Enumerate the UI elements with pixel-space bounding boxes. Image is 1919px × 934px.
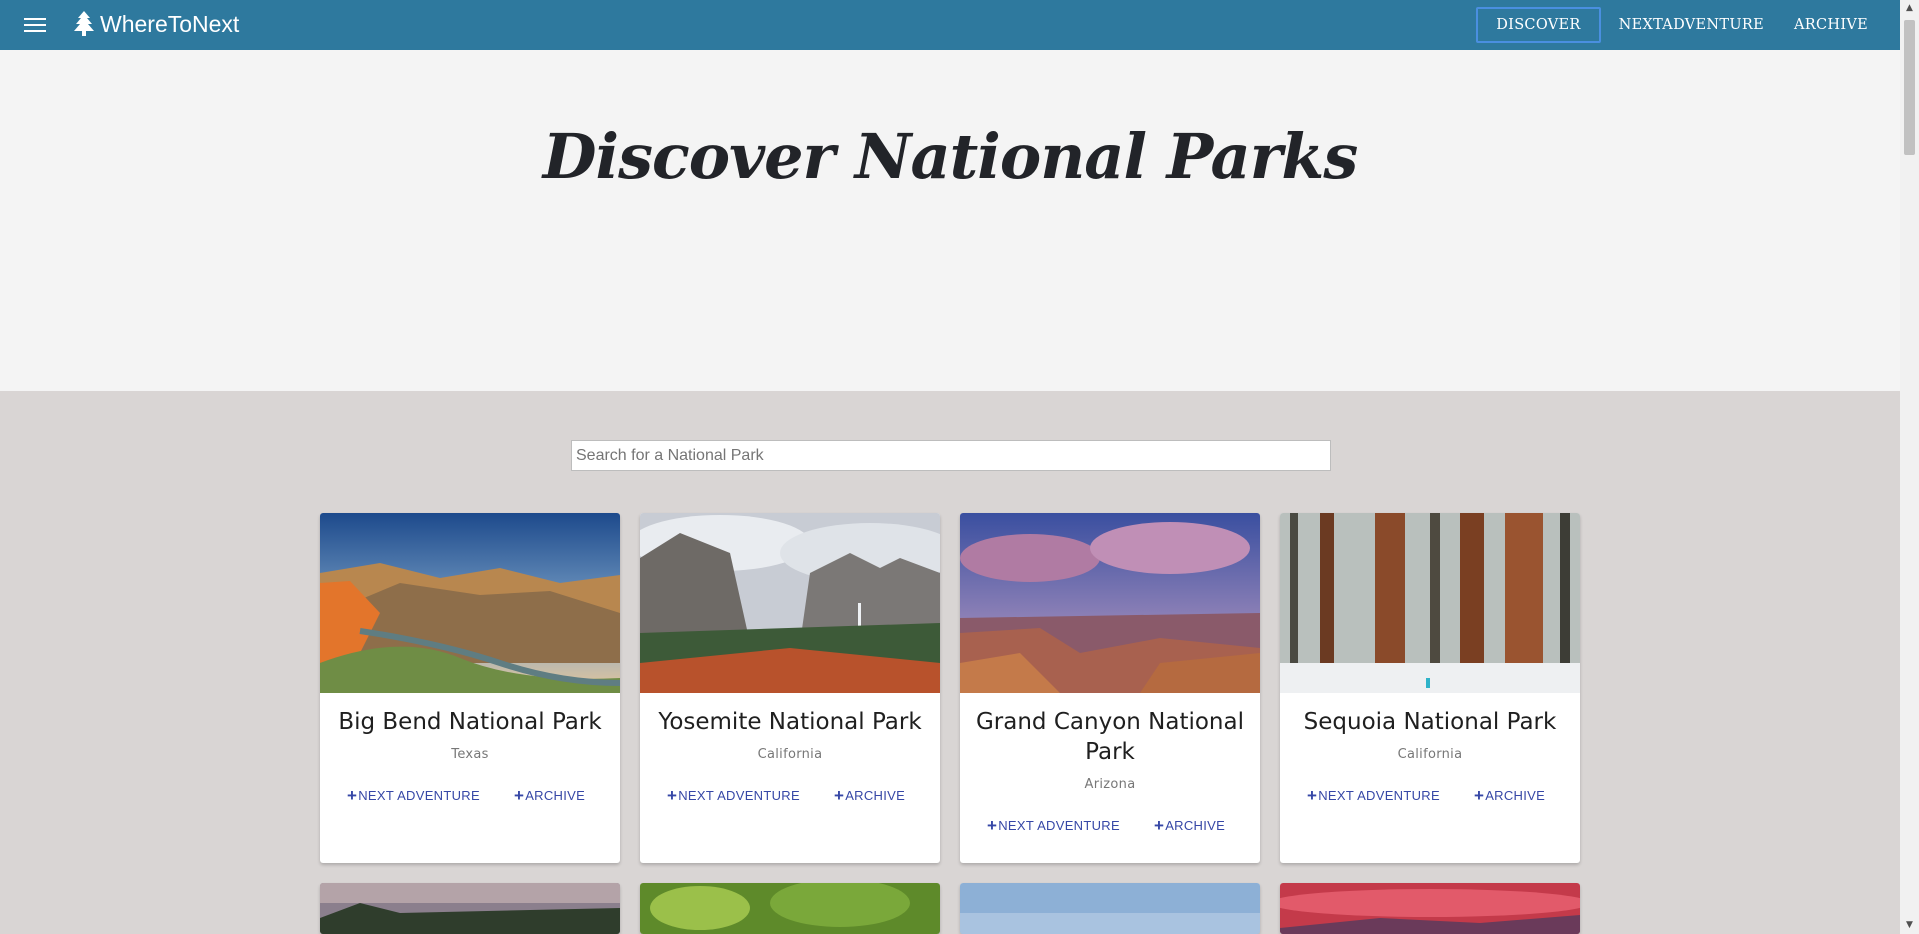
vertical-scrollbar[interactable]: ▲ ▼ <box>1900 0 1919 934</box>
park-image-grand-canyon <box>960 513 1260 693</box>
hero-section: Discover National Parks <box>0 50 1900 391</box>
action-label: NEXT ADVENTURE <box>358 788 480 803</box>
park-image-big-bend <box>320 513 620 693</box>
action-label: ARCHIVE <box>525 788 586 803</box>
nav-next-adventure[interactable]: NEXTADVENTURE <box>1607 7 1776 43</box>
park-name: Sequoia National Park <box>1303 709 1557 735</box>
plus-icon: + <box>1153 816 1165 835</box>
plus-icon: + <box>513 786 525 805</box>
park-image <box>960 883 1260 934</box>
plus-icon: + <box>347 786 358 805</box>
plus-icon: + <box>1307 786 1318 805</box>
page-title: Discover National Parks <box>542 120 1358 193</box>
park-card: Grand Canyon National Park Arizona + NEX… <box>960 513 1260 863</box>
park-image-sequoia <box>1280 513 1580 693</box>
plus-icon: + <box>1473 786 1485 805</box>
nav-links: DISCOVER NEXTADVENTURE ARCHIVE <box>1470 6 1880 44</box>
plus-icon: + <box>833 786 845 805</box>
nav-archive[interactable]: ARCHIVE <box>1782 7 1880 43</box>
park-name: Big Bend National Park <box>338 709 602 735</box>
park-card: Big Bend National Park Texas + NEXT ADVE… <box>320 513 620 863</box>
action-label: ARCHIVE <box>1165 818 1226 833</box>
tree-icon <box>74 11 94 36</box>
park-state: Arizona <box>1084 777 1136 792</box>
add-archive-button[interactable]: + ARCHIVE <box>1473 786 1546 805</box>
scroll-down-icon[interactable]: ▼ <box>1900 917 1919 934</box>
scroll-thumb[interactable] <box>1904 20 1915 155</box>
park-image <box>640 883 940 934</box>
park-image-yosemite <box>640 513 940 693</box>
brand-name: WhereToNext <box>100 10 240 37</box>
park-image <box>320 883 620 934</box>
action-label: NEXT ADVENTURE <box>678 788 800 803</box>
park-card <box>640 883 940 934</box>
park-card <box>320 883 620 934</box>
add-next-adventure-button[interactable]: + NEXT ADVENTURE <box>347 786 480 805</box>
action-label: NEXT ADVENTURE <box>1318 788 1440 803</box>
plus-icon: + <box>667 786 678 805</box>
park-state: California <box>757 747 823 762</box>
park-card <box>1280 883 1580 934</box>
park-state: California <box>1397 747 1463 762</box>
add-archive-button[interactable]: + ARCHIVE <box>513 786 586 805</box>
add-archive-button[interactable]: + ARCHIVE <box>833 786 906 805</box>
park-search-input[interactable] <box>571 440 1331 471</box>
park-card: Yosemite National Park California + NEXT… <box>640 513 940 863</box>
park-name: Grand Canyon National Park <box>975 709 1244 765</box>
action-label: ARCHIVE <box>1485 788 1546 803</box>
scroll-up-icon[interactable]: ▲ <box>1900 0 1919 17</box>
park-state: Texas <box>451 747 489 762</box>
hamburger-menu-icon[interactable] <box>24 14 46 34</box>
brand-logo[interactable]: WhereToNext <box>74 8 239 40</box>
add-archive-button[interactable]: + ARCHIVE <box>1153 816 1226 835</box>
add-next-adventure-button[interactable]: + NEXT ADVENTURE <box>987 816 1120 835</box>
action-label: ARCHIVE <box>845 788 906 803</box>
add-next-adventure-button[interactable]: + NEXT ADVENTURE <box>667 786 800 805</box>
park-name: Yosemite National Park <box>658 709 922 735</box>
add-next-adventure-button[interactable]: + NEXT ADVENTURE <box>1307 786 1440 805</box>
top-navbar: WhereToNext DISCOVER NEXTADVENTURE ARCHI… <box>0 0 1900 50</box>
nav-discover[interactable]: DISCOVER <box>1476 7 1601 43</box>
park-image <box>1280 883 1580 934</box>
action-label: NEXT ADVENTURE <box>998 818 1120 833</box>
park-card: Sequoia National Park California + NEXT … <box>1280 513 1580 863</box>
plus-icon: + <box>987 816 998 835</box>
park-card <box>960 883 1260 934</box>
